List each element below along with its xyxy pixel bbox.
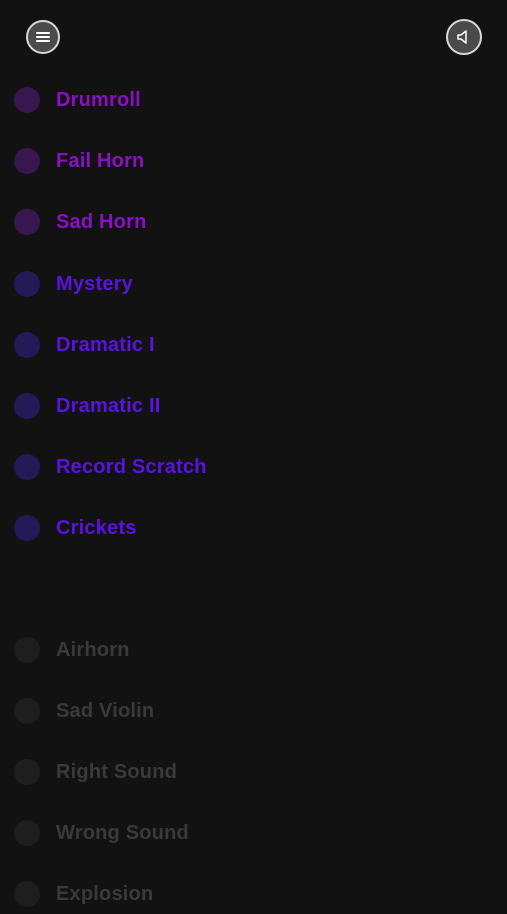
sound-item[interactable]: Dramatic II bbox=[14, 386, 160, 426]
sound-item[interactable]: Wrong Sound bbox=[14, 813, 189, 853]
sound-item[interactable]: Fail Horn bbox=[14, 141, 144, 181]
sound-dot-icon bbox=[14, 271, 40, 297]
sound-label: Sad Horn bbox=[56, 210, 147, 233]
sound-item[interactable]: Sad Violin bbox=[14, 691, 154, 731]
sound-dot-icon bbox=[14, 87, 40, 113]
sound-label: Sad Violin bbox=[56, 699, 155, 722]
sound-dot-icon bbox=[14, 332, 40, 358]
hamburger-menu-icon bbox=[36, 32, 50, 42]
sound-label: Airhorn bbox=[56, 638, 130, 661]
sound-label: Right Sound bbox=[56, 760, 178, 783]
sound-dot-icon bbox=[14, 637, 40, 663]
sound-item[interactable]: Right Sound bbox=[14, 752, 177, 792]
sound-dot-icon bbox=[14, 148, 40, 174]
sound-item[interactable]: Airhorn bbox=[14, 630, 130, 670]
sound-label: Fail Horn bbox=[56, 149, 145, 172]
sound-label: Wrong Sound bbox=[56, 821, 189, 844]
sound-label: Dramatic II bbox=[56, 394, 161, 417]
sound-toggle-button[interactable] bbox=[446, 19, 482, 55]
sound-dot-icon bbox=[14, 454, 40, 480]
sound-item[interactable]: Record Scratch bbox=[14, 447, 207, 487]
sound-item[interactable]: Drumroll bbox=[14, 80, 141, 120]
sound-dot-icon bbox=[14, 515, 40, 541]
sound-dot-icon bbox=[14, 759, 40, 785]
menu-button[interactable] bbox=[26, 20, 60, 54]
sound-label: Explosion bbox=[56, 882, 154, 905]
sound-dot-icon bbox=[14, 881, 40, 907]
sound-item[interactable]: Crickets bbox=[14, 508, 137, 548]
sound-label: Drumroll bbox=[56, 88, 141, 111]
sound-label: Dramatic I bbox=[56, 333, 155, 356]
sound-label: Mystery bbox=[56, 272, 133, 295]
sound-dot-icon bbox=[14, 209, 40, 235]
speaker-icon bbox=[457, 30, 467, 44]
sound-label: Record Scratch bbox=[56, 455, 207, 478]
sound-dot-icon bbox=[14, 393, 40, 419]
sound-dot-icon bbox=[14, 698, 40, 724]
sound-item[interactable]: Dramatic I bbox=[14, 325, 155, 365]
sound-dot-icon bbox=[14, 820, 40, 846]
sound-item[interactable]: Mystery bbox=[14, 264, 133, 304]
sound-item[interactable]: Sad Horn bbox=[14, 202, 147, 242]
sound-label: Crickets bbox=[56, 516, 137, 539]
sound-item[interactable]: Explosion bbox=[14, 874, 153, 914]
